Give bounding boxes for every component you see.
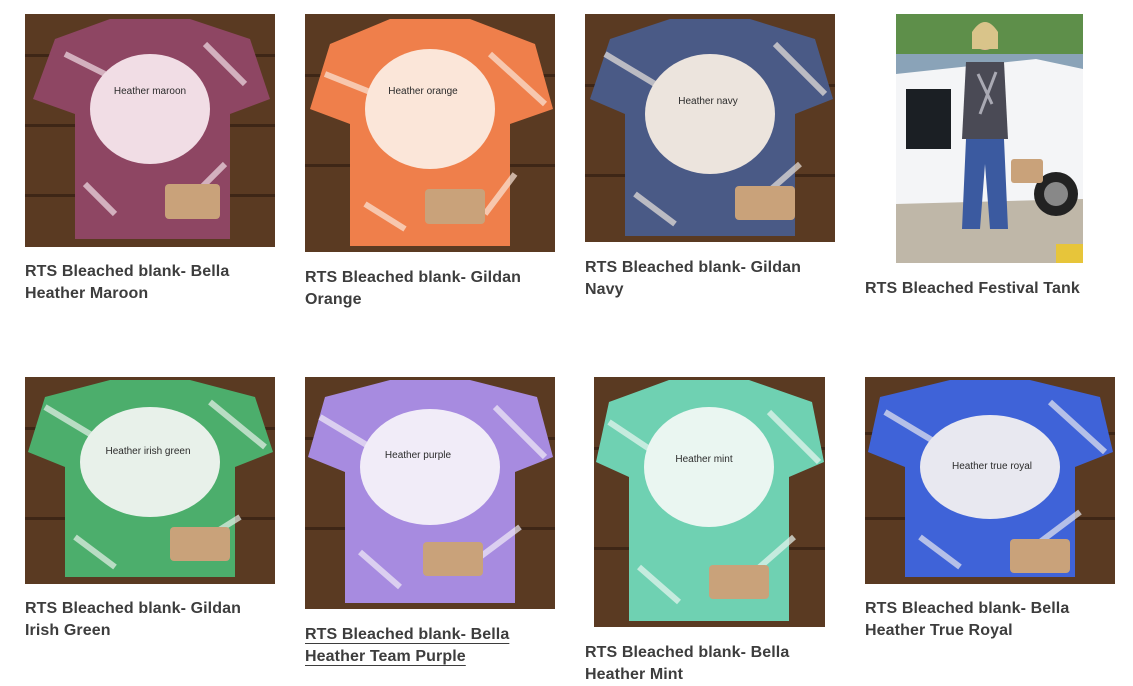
product-title[interactable]: RTS Bleached blank- Bella Heather Team P… — [305, 624, 545, 668]
product-title[interactable]: RTS Bleached blank- Gildan Navy — [585, 257, 825, 301]
product-title[interactable]: RTS Bleached Festival Tank — [865, 278, 1115, 300]
watermark-logo — [1010, 539, 1070, 573]
product-image[interactable]: Heather true royal — [865, 377, 1115, 584]
shirt-print-text: Heather irish green — [105, 446, 190, 457]
product-image[interactable]: Heather mint — [594, 377, 825, 627]
product-image[interactable]: Heather orange — [305, 14, 555, 252]
product-title[interactable]: RTS Bleached blank- Gildan Irish Green — [25, 598, 265, 642]
shirt-photo: Heather navy — [585, 14, 835, 242]
shirt-print-text: Heather navy — [678, 96, 737, 107]
product-title[interactable]: RTS Bleached blank- Bella Heather Mint — [585, 642, 825, 686]
shirt-photo: Heather maroon — [25, 14, 275, 247]
product-image[interactable] — [896, 14, 1083, 263]
watermark-logo — [170, 527, 230, 561]
shirt-photo: Heather irish green — [25, 377, 275, 584]
watermark-logo — [425, 189, 485, 224]
shirt-photo: Heather orange — [305, 14, 555, 252]
shirt-print-text: Heather purple — [385, 450, 452, 461]
product-image[interactable]: Heather navy — [585, 14, 835, 242]
shirt-print-text: Heather maroon — [114, 86, 186, 97]
shirt-print-text: Heather true royal — [952, 461, 1032, 472]
product-image[interactable]: Heather purple — [305, 377, 555, 609]
shirt-print-text: Heather mint — [675, 454, 732, 465]
product-title[interactable]: RTS Bleached blank- Gildan Orange — [305, 267, 545, 311]
product-title[interactable]: RTS Bleached blank- Bella Heather Maroon — [25, 261, 265, 305]
watermark-logo — [709, 565, 769, 599]
shirt-photo: Heather purple — [305, 377, 555, 609]
product-image[interactable]: Heather maroon — [25, 14, 275, 247]
tank-photo — [896, 14, 1083, 263]
watermark-logo — [423, 542, 483, 576]
watermark-logo — [1011, 159, 1043, 183]
shirt-photo: Heather mint — [594, 377, 825, 627]
watermark-logo — [735, 186, 795, 220]
product-title[interactable]: RTS Bleached blank- Bella Heather True R… — [865, 598, 1105, 642]
shirt-print-text: Heather orange — [388, 86, 458, 97]
shirt-photo: Heather true royal — [865, 377, 1115, 584]
product-image[interactable]: Heather irish green — [25, 377, 275, 584]
watermark-logo — [165, 184, 220, 219]
